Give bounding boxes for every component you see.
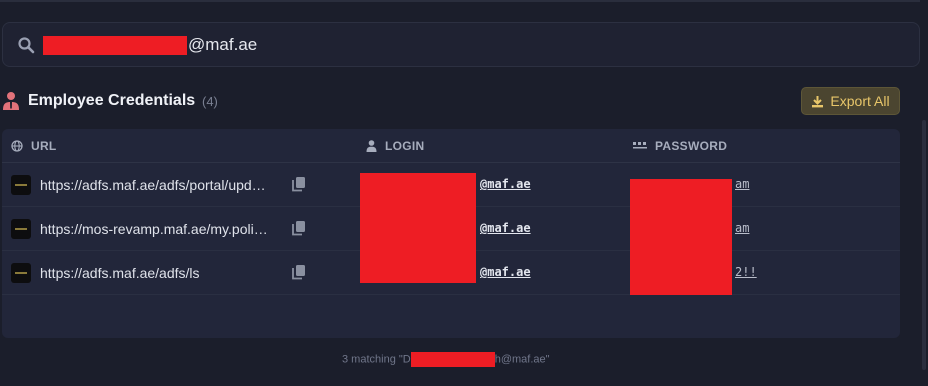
row-url[interactable]: https://adfs.maf.ae/adfs/ls — [40, 265, 200, 281]
site-favicon-icon — [11, 175, 31, 195]
row-url[interactable]: https://mos-revamp.maf.ae/my.poli… — [40, 221, 268, 237]
column-label-password: PASSWORD — [655, 139, 728, 153]
download-icon — [812, 95, 824, 107]
column-header-login[interactable]: LOGIN — [366, 139, 425, 153]
column-label-login: LOGIN — [385, 139, 425, 153]
top-divider — [0, 0, 920, 2]
results-summary-prefix: 3 matching "D — [342, 353, 411, 366]
row-login[interactable]: @maf.ae — [480, 177, 531, 191]
results-summary: 3 matching "D h@maf.ae" — [342, 352, 550, 367]
redaction-box — [630, 179, 732, 295]
row-password[interactable]: 2!! — [735, 265, 757, 279]
redaction-box — [360, 173, 476, 283]
password-dots-icon — [633, 142, 647, 149]
section-count: (4) — [202, 94, 218, 109]
row-url[interactable]: https://adfs.maf.ae/adfs/portal/upd… — [40, 177, 266, 193]
row-password[interactable]: am — [735, 221, 749, 235]
copy-icon[interactable] — [292, 264, 306, 280]
redaction-box — [43, 36, 187, 55]
copy-icon[interactable] — [292, 220, 306, 236]
column-label-url: URL — [31, 139, 57, 153]
user-tie-icon — [3, 92, 19, 110]
row-login[interactable]: @maf.ae — [480, 265, 531, 279]
row-login[interactable]: @maf.ae — [480, 221, 531, 235]
user-icon — [366, 140, 377, 152]
scrollbar-thumb[interactable] — [922, 120, 926, 370]
globe-icon — [11, 140, 23, 152]
search-input[interactable]: @maf.ae — [2, 22, 920, 67]
export-all-label: Export All — [830, 93, 890, 109]
scrollbar[interactable] — [920, 0, 928, 386]
section-title: Employee Credentials — [28, 92, 196, 109]
column-header-url[interactable]: URL — [11, 139, 57, 153]
row-password[interactable]: am — [735, 177, 749, 191]
site-favicon-icon — [11, 219, 31, 239]
site-favicon-icon — [11, 263, 31, 283]
column-header-password[interactable]: PASSWORD — [633, 139, 727, 153]
search-query-text: @maf.ae — [188, 35, 258, 54]
redaction-box — [410, 352, 495, 367]
table-header: URL LOGIN PASSWORD — [2, 129, 900, 163]
search-icon — [18, 37, 35, 54]
export-all-button[interactable]: Export All — [801, 87, 900, 115]
results-summary-suffix: h@maf.ae" — [494, 353, 550, 366]
copy-icon[interactable] — [292, 176, 306, 192]
